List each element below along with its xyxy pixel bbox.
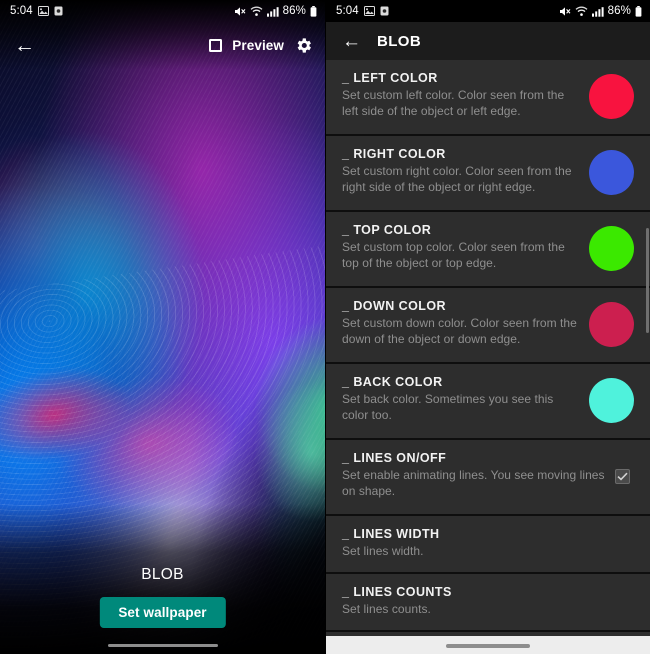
setting-description: Set lines width. [342, 544, 424, 558]
app-icon [54, 6, 63, 16]
setting-title: _ LINES ON/OFF [342, 451, 447, 465]
setting-description: Set enable animating lines. You see movi… [342, 468, 605, 498]
set-wallpaper-button[interactable]: Set wallpaper [99, 597, 226, 628]
setting-title: _ BACK COLOR [342, 375, 443, 389]
battery-icon [635, 5, 642, 17]
color-swatch-top[interactable] [589, 226, 634, 271]
mute-icon [559, 6, 571, 17]
battery-percent: 86% [607, 5, 631, 17]
setting-title: _ TOP COLOR [342, 223, 432, 237]
preview-toolbar: ← Preview [0, 22, 325, 68]
wifi-icon [250, 6, 263, 17]
signal-icon [591, 6, 604, 17]
preview-checkbox[interactable] [209, 38, 223, 52]
setting-description: Set custom right color. Color seen from … [342, 164, 572, 194]
setting-title: _ DOWN COLOR [342, 299, 447, 313]
setting-description: Set custom down color. Color seen from t… [342, 316, 577, 346]
setting-row-lines-counts[interactable]: _ LINES COUNTS Set lines counts. [326, 574, 650, 630]
setting-row-back-color[interactable]: _ BACK COLOR Set back color. Sometimes y… [326, 364, 650, 438]
image-icon [363, 6, 375, 16]
back-arrow-icon[interactable]: ← [14, 35, 35, 56]
status-time: 5:04 [336, 5, 359, 17]
preview-label[interactable]: Preview [232, 38, 284, 53]
app-bar: ← BLOB [326, 22, 650, 60]
wifi-icon [575, 6, 588, 17]
app-icon [380, 6, 389, 16]
mute-icon [234, 6, 246, 17]
lines-onoff-checkbox[interactable] [615, 469, 630, 484]
back-arrow-icon[interactable]: ← [342, 32, 361, 51]
wallpaper-title: BLOB [141, 566, 184, 583]
setting-title: _ LEFT COLOR [342, 71, 438, 85]
color-swatch-right[interactable] [589, 150, 634, 195]
gesture-bar-right[interactable] [446, 644, 530, 648]
settings-list[interactable]: _ LEFT COLOR Set custom left color. Colo… [326, 60, 650, 654]
blob-settings-screen: 5:04 86% ← BLOB _ LEFT COLOR Set custom … [325, 0, 650, 654]
setting-description: Set lines counts. [342, 602, 431, 616]
battery-percent: 86% [282, 5, 306, 17]
status-bar-right: 5:04 86% [326, 0, 650, 22]
wallpaper-preview-screen: 5:04 86% ← Preview BLOB Set wallpaper [0, 0, 325, 654]
setting-title: _ LINES WIDTH [342, 527, 440, 541]
setting-title: _ RIGHT COLOR [342, 147, 446, 161]
setting-description: Set custom left color. Color seen from t… [342, 88, 565, 118]
color-swatch-back[interactable] [589, 378, 634, 423]
signal-icon [266, 6, 279, 17]
status-bar-left: 5:04 86% [0, 0, 325, 22]
image-icon [37, 6, 49, 16]
gear-icon[interactable] [294, 36, 313, 55]
list-scrollbar[interactable] [646, 228, 649, 333]
setting-description: Set custom top color. Color seen from th… [342, 240, 565, 270]
setting-row-down-color[interactable]: _ DOWN COLOR Set custom down color. Colo… [326, 288, 650, 362]
setting-row-left-color[interactable]: _ LEFT COLOR Set custom left color. Colo… [326, 60, 650, 134]
page-title: BLOB [377, 32, 422, 50]
setting-row-lines-onoff[interactable]: _ LINES ON/OFF Set enable animating line… [326, 440, 650, 514]
setting-description: Set back color. Sometimes you see this c… [342, 392, 554, 422]
color-swatch-down[interactable] [589, 302, 634, 347]
setting-row-lines-width[interactable]: _ LINES WIDTH Set lines width. [326, 516, 650, 572]
check-icon [617, 472, 628, 481]
dual-screenshot-container: 5:04 86% ← Preview BLOB Set wallpaper 5:… [0, 0, 650, 654]
color-swatch-left[interactable] [589, 74, 634, 119]
setting-row-top-color[interactable]: _ TOP COLOR Set custom top color. Color … [326, 212, 650, 286]
setting-row-right-color[interactable]: _ RIGHT COLOR Set custom right color. Co… [326, 136, 650, 210]
gesture-bar-left[interactable] [107, 643, 218, 647]
battery-icon [310, 5, 317, 17]
setting-title: _ LINES COUNTS [342, 585, 452, 599]
status-time: 5:04 [10, 5, 33, 17]
